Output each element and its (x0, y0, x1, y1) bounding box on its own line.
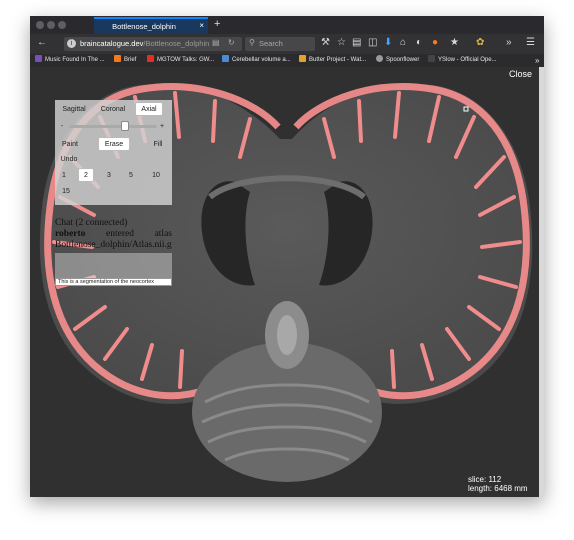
tools-panel: Sagittal Coronal Axial - + Paint Erase F… (55, 100, 172, 286)
url-path: /Bottlenose_dolphin (143, 39, 210, 48)
brush-size-selector: 1 2 3 5 10 (57, 168, 170, 183)
url-bar[interactable]: i braincatalogue.dev/Bottlenose_dolphin … (64, 37, 242, 51)
view-selector: Sagittal Coronal Axial (57, 102, 170, 117)
bookmark-label: Butter Project - Wat... (309, 57, 367, 63)
bookmarks-bar: Music Found In The ... Brief MGTOW Talks… (30, 54, 544, 67)
bookmark-item[interactable]: Cerebellar volume a... (222, 55, 291, 65)
search-box[interactable]: ⚲ Search (245, 37, 315, 51)
bookmark-item[interactable]: Spoonflower (376, 55, 420, 65)
pocket-icon[interactable]: ◫ (368, 37, 377, 49)
bookmark-label: YSlow - Official Ope... (438, 57, 497, 63)
butter-icon (299, 55, 306, 63)
yslow-icon (428, 55, 435, 63)
back-arrow-icon[interactable]: ← (37, 37, 47, 49)
extension-badge-icon[interactable]: ● (432, 37, 438, 49)
size-3-button[interactable]: 3 (102, 168, 116, 182)
pp-icon (35, 55, 42, 63)
bookmark-item[interactable]: Butter Project - Wat... (299, 55, 367, 65)
slice-slider-knob[interactable] (121, 121, 129, 131)
size-15-button[interactable]: 15 (57, 184, 75, 198)
reader-view-icon[interactable]: ▤ (212, 38, 220, 47)
close-button[interactable]: Close (509, 69, 532, 79)
site-info-icon[interactable]: i (67, 39, 76, 48)
tab-title: Bottlenose_dolphin (112, 22, 176, 31)
axial-button[interactable]: Axial (135, 102, 163, 116)
bookmark-label: Brief (124, 57, 137, 63)
tab-bar: Bottlenose_dolphin × + (30, 16, 544, 34)
url-host: braincatalogue.dev (80, 39, 144, 48)
url-text: braincatalogue.dev/Bottlenose_dolphin (80, 39, 209, 48)
download-icon[interactable]: ⬇ (384, 37, 392, 49)
chat-atlas-path: Bottlenose_dolphin/Atlas.nii.gz (55, 240, 172, 250)
spoonflower-icon (376, 55, 383, 63)
sagittal-button[interactable]: Sagittal (57, 102, 91, 116)
chat-word-atlas: atlas (154, 229, 172, 239)
size-1-button[interactable]: 1 (57, 168, 71, 182)
extension-leaf-icon[interactable]: ✿ (476, 37, 484, 49)
chat-username: roberto (55, 229, 86, 239)
fill-button[interactable]: Fill (149, 137, 167, 151)
vertical-scrollbar[interactable] (539, 67, 544, 497)
slice-plus-button[interactable]: + (157, 119, 167, 133)
size-10-button[interactable]: 10 (147, 168, 165, 182)
bookmark-item[interactable]: Music Found In The ... (35, 55, 105, 65)
chat-word-entered: entered (106, 229, 134, 239)
undo-button[interactable]: Undo (57, 152, 81, 166)
minimize-window-dot[interactable] (47, 21, 55, 29)
browser-window: Bottlenose_dolphin × + ← i braincatalogu… (30, 16, 544, 497)
erase-button[interactable]: Erase (98, 137, 130, 151)
chat-log: roberto entered atlas Bottlenose_dolphin… (55, 229, 172, 251)
bookmark-label: MGTOW Talks: GW... (157, 57, 215, 63)
bookmark-label: Cerebellar volume a... (232, 57, 291, 63)
brainstem (265, 301, 309, 369)
home-icon[interactable]: ⌂ (400, 37, 406, 49)
bookmark-star-icon[interactable]: ☆ (337, 37, 346, 49)
slice-slider-track[interactable] (69, 125, 157, 128)
doc-icon (222, 55, 229, 63)
screenshot-icon[interactable]: ◐ (416, 37, 422, 49)
wrench-icon[interactable]: ⚒ (321, 37, 330, 49)
bookmark-label: Spoonflower (386, 57, 420, 63)
tab-close-icon[interactable]: × (199, 21, 204, 30)
extension-icon[interactable]: ★ (450, 37, 459, 49)
tab-bottlenose-dolphin[interactable]: Bottlenose_dolphin × (94, 17, 208, 34)
youtube-icon (147, 55, 154, 63)
search-icon: ⚲ (249, 38, 255, 47)
length-readout: length: 6468 mm (468, 484, 528, 493)
slice-status: slice: 112 length: 6468 mm (468, 475, 528, 493)
slice-minus-button[interactable]: - (57, 119, 67, 133)
reload-icon[interactable]: ↻ (228, 38, 235, 47)
zoom-window-dot[interactable] (58, 21, 66, 29)
chat-input[interactable]: This is a segmentation of the neocortex (55, 278, 172, 286)
close-window-dot[interactable] (36, 21, 44, 29)
navigation-bar: ← i braincatalogue.dev/Bottlenose_dolphi… (30, 34, 544, 54)
controls-box: Sagittal Coronal Axial - + Paint Erase F… (55, 100, 172, 205)
rss-icon (114, 55, 121, 63)
bookmark-label: Music Found In The ... (45, 57, 105, 63)
overflow-chevron-icon[interactable]: » (506, 37, 512, 49)
bookmarks-overflow-icon[interactable]: » (535, 56, 539, 65)
bookmark-item[interactable]: Brief (114, 55, 137, 65)
paint-button[interactable]: Paint (57, 137, 83, 151)
search-placeholder: Search (259, 39, 283, 48)
clipboard-icon[interactable]: ▤ (352, 37, 361, 49)
bookmark-item[interactable]: MGTOW Talks: GW... (147, 55, 215, 65)
bookmark-item[interactable]: YSlow - Official Ope... (428, 55, 497, 65)
coronal-button[interactable]: Coronal (95, 102, 131, 116)
hamburger-menu-icon[interactable]: ☰ (526, 37, 535, 49)
chat-title: Chat (2 connected) (55, 218, 128, 228)
new-tab-button[interactable]: + (214, 18, 220, 30)
chat-messages-area (55, 253, 172, 278)
size-2-button[interactable]: 2 (78, 168, 94, 182)
brain-viewer[interactable]: Close slice: 112 length: 6468 mm Sagitta… (30, 67, 544, 497)
tool-selector: Paint Erase Fill (57, 137, 170, 152)
slice-number: slice: 112 (468, 475, 502, 484)
size-5-button[interactable]: 5 (124, 168, 138, 182)
